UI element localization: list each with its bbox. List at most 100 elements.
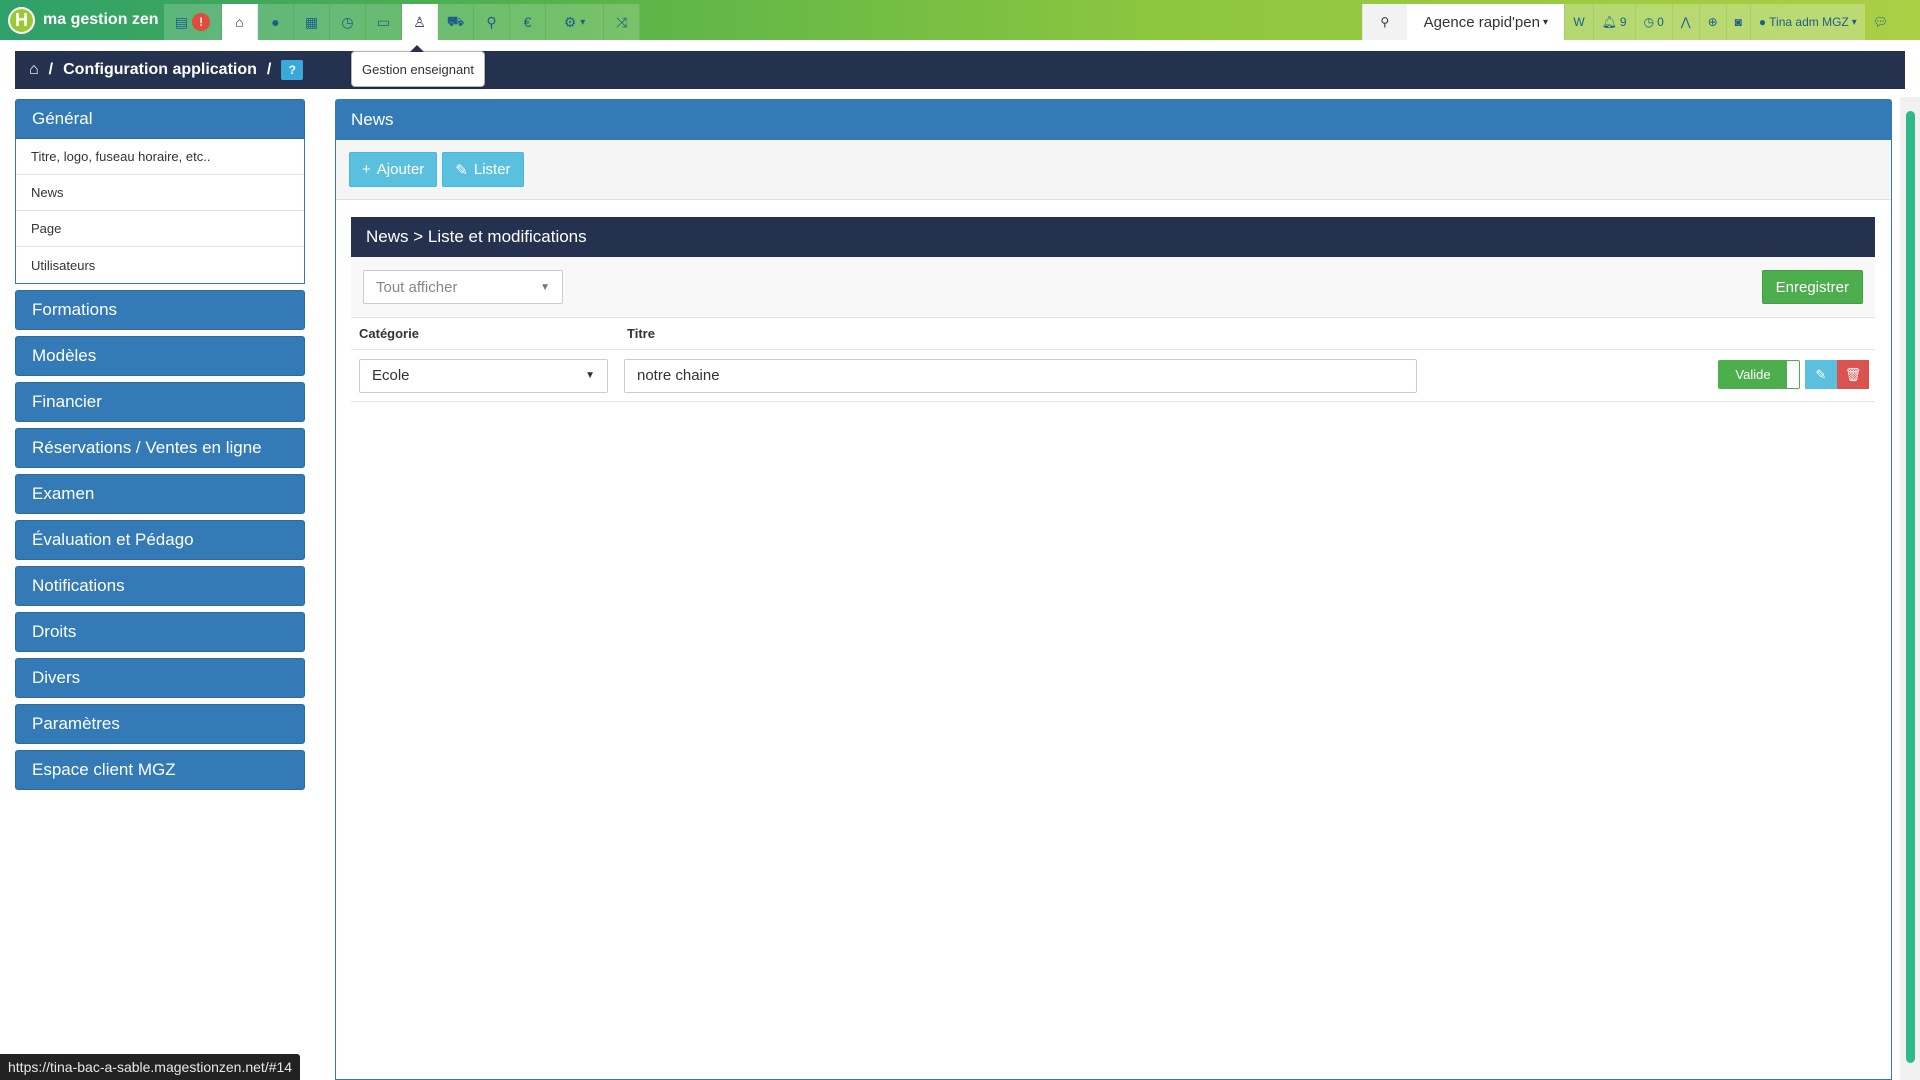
car-nav-button[interactable]: ⛟ [438, 4, 474, 40]
sidebar-item-espace-client[interactable]: Espace client MGZ [15, 750, 305, 790]
clock-nav-button[interactable]: ◷ [330, 4, 366, 40]
home-icon: ⌂ [235, 14, 244, 30]
sidebar-item-divers[interactable]: Divers [15, 658, 305, 698]
top-right-tools: ⚲ Agence rapid'pen ▾ W 🔔︎ 9 ◷ 0 ⋀ ⊕ ◙ ● Tin… [1362, 4, 1896, 40]
news-list-panel: News > Liste et modifications Tout affic… [351, 217, 1875, 402]
caret-down-icon: ▼ [540, 281, 550, 293]
status-bar-url: https://tina-bac-a-sable.magestionzen.ne… [0, 1054, 301, 1080]
teacher-icon: ♙ [413, 13, 426, 30]
user-nav-button[interactable]: ● [258, 4, 294, 40]
edit-button[interactable]: ✎ [1805, 360, 1837, 389]
breadcrumb-separator: / [48, 61, 54, 78]
euro-icon: € [523, 14, 532, 30]
sidebar-item-evaluation[interactable]: Évaluation et Pédago [15, 520, 305, 560]
road-icon: ⋀ [1680, 15, 1691, 29]
category-select[interactable]: Ecole ▼ [359, 358, 608, 393]
sidebar-item-utilisateurs[interactable]: Utilisateurs [16, 247, 304, 283]
filter-select[interactable]: Tout afficher ▼ [363, 270, 563, 304]
sidebar-item-parametres[interactable]: Paramètres [15, 704, 305, 744]
list-button-label: Lister [473, 161, 511, 178]
home-icon[interactable]: ⌂ [29, 61, 39, 79]
delete-button[interactable]: 🗑︎ [1837, 360, 1869, 389]
breadcrumb-separator: / [266, 61, 272, 78]
user-menu[interactable]: ● Tina adm MGZ ▾ [1749, 4, 1865, 40]
sidebar-item-droits[interactable]: Droits [15, 612, 305, 652]
agency-label: Agence rapid'pen [1423, 13, 1540, 31]
shuffle-nav-button[interactable]: ⤨ [604, 4, 640, 40]
calendar-nav-button[interactable]: ▦ [294, 4, 330, 40]
add-button[interactable]: + Ajouter [349, 152, 438, 187]
pencil-icon: ✎ [1815, 366, 1827, 382]
sidebar-item-page[interactable]: Page [16, 211, 304, 247]
caret-down-icon: ▼ [585, 370, 595, 381]
alert-badge: ! [192, 13, 211, 31]
brand-name: ma gestion zen [43, 11, 159, 28]
toggle-knob [1787, 361, 1799, 388]
news-panel: News + Ajouter ✎ Lister News > Liste et … [335, 99, 1892, 1080]
notifications-button[interactable]: 🔔︎ 9 [1592, 4, 1635, 40]
help-icon[interactable]: ? [281, 60, 304, 80]
agency-select[interactable]: Agence rapid'pen ▾ [1406, 4, 1565, 40]
subpanel-toolbar: Tout afficher ▼ Enregistrer [351, 257, 1875, 318]
subpanel-title: News > Liste et modifications [351, 217, 1875, 257]
page-title: Configuration application [63, 61, 257, 78]
wiki-button[interactable]: W [1564, 4, 1593, 40]
panel-toolbar: + Ajouter ✎ Lister [336, 140, 1891, 200]
plus-icon: + [362, 161, 371, 178]
sidebar-item-formations[interactable]: Formations [15, 290, 305, 330]
user-name: Tina adm MGZ [1769, 15, 1849, 29]
map-pin-nav-button[interactable]: ⚲ [474, 4, 510, 40]
news-nav-button[interactable]: ▤ ! [164, 4, 222, 40]
caret-down-icon: ▾ [580, 16, 586, 28]
news-icon: ▤ [174, 13, 189, 30]
user-icon: ● [271, 14, 280, 30]
home-nav-button[interactable]: ⌂ [222, 4, 258, 40]
tooltip-gestion-enseignant: Gestion enseignant [351, 45, 486, 87]
caret-down-icon: ▾ [1542, 16, 1548, 28]
save-button[interactable]: Enregistrer [1761, 270, 1863, 304]
user-icon: ● [1758, 15, 1767, 29]
agency-pin-button[interactable]: ⚲ [1362, 4, 1407, 40]
breadcrumb: ⌂ / Configuration application / ? [15, 51, 1905, 89]
pencil-icon: ✎ [455, 161, 468, 179]
tasks-button[interactable]: ◷ 0 [1634, 4, 1672, 40]
table-header: Catégorie Titre [351, 318, 1875, 350]
sidebar-section-general[interactable]: Général [15, 99, 305, 139]
main-nav: ▤ ! ⌂ ● ▦ ◷ ▭ ♙ ⛟ ⚲ € ⚙ ▾ ⤨ [164, 4, 640, 40]
status-toggle-label: Valide [1719, 361, 1787, 388]
scrollbar-thumb[interactable] [1906, 111, 1915, 1063]
sidebar-item-financier[interactable]: Financier [15, 382, 305, 422]
sidebar-item-reservations[interactable]: Réservations / Ventes en ligne [15, 428, 305, 468]
euro-nav-button[interactable]: € [510, 4, 546, 40]
panel-title: News [336, 100, 1891, 140]
settings-nav-dropdown[interactable]: ⚙ ▾ [546, 4, 604, 40]
status-toggle[interactable]: Valide [1718, 360, 1800, 389]
shuffle-icon: ⤨ [615, 13, 628, 30]
sidebar-item-titre-logo[interactable]: Titre, logo, fuseau horaire, etc.. [16, 139, 304, 175]
wiki-icon: W [1573, 15, 1585, 29]
page-scrollbar[interactable] [1900, 97, 1920, 1080]
sidebar-item-news[interactable]: News [16, 175, 304, 211]
car-icon: ⛟ [446, 12, 465, 29]
list-button[interactable]: ✎ Lister [442, 152, 524, 187]
camera-button[interactable]: ◙ [1725, 4, 1750, 40]
support-button[interactable]: ⊕ [1698, 4, 1726, 40]
caret-down-icon: ▾ [1851, 16, 1857, 28]
sidebar-item-modeles[interactable]: Modèles [15, 336, 305, 376]
filter-select-value: Tout afficher [376, 278, 458, 296]
road-button[interactable]: ⋀ [1671, 4, 1699, 40]
sidebar-item-examen[interactable]: Examen [15, 474, 305, 514]
title-input[interactable]: notre chaine [624, 358, 1417, 393]
trash-icon: 🗑︎ [1844, 366, 1862, 382]
settings-icon: ⚙ [563, 13, 577, 30]
chat-button[interactable]: 💬︎ [1865, 4, 1896, 40]
teacher-nav-button[interactable]: ♙ [402, 4, 438, 40]
lifebuoy-icon: ⊕ [1707, 15, 1718, 29]
clock-count: 0 [1657, 15, 1664, 29]
card-nav-button[interactable]: ▭ [366, 4, 402, 40]
bell-icon: 🔔︎ [1601, 15, 1617, 29]
sidebar: Général Titre, logo, fuseau horaire, etc… [15, 99, 305, 796]
brand-logo[interactable]: H ma gestion zen [8, 6, 159, 34]
sidebar-item-notifications[interactable]: Notifications [15, 566, 305, 606]
top-navbar: H ma gestion zen ▤ ! ⌂ ● ▦ ◷ ▭ ♙ ⛟ ⚲ € ⚙… [0, 0, 1920, 40]
